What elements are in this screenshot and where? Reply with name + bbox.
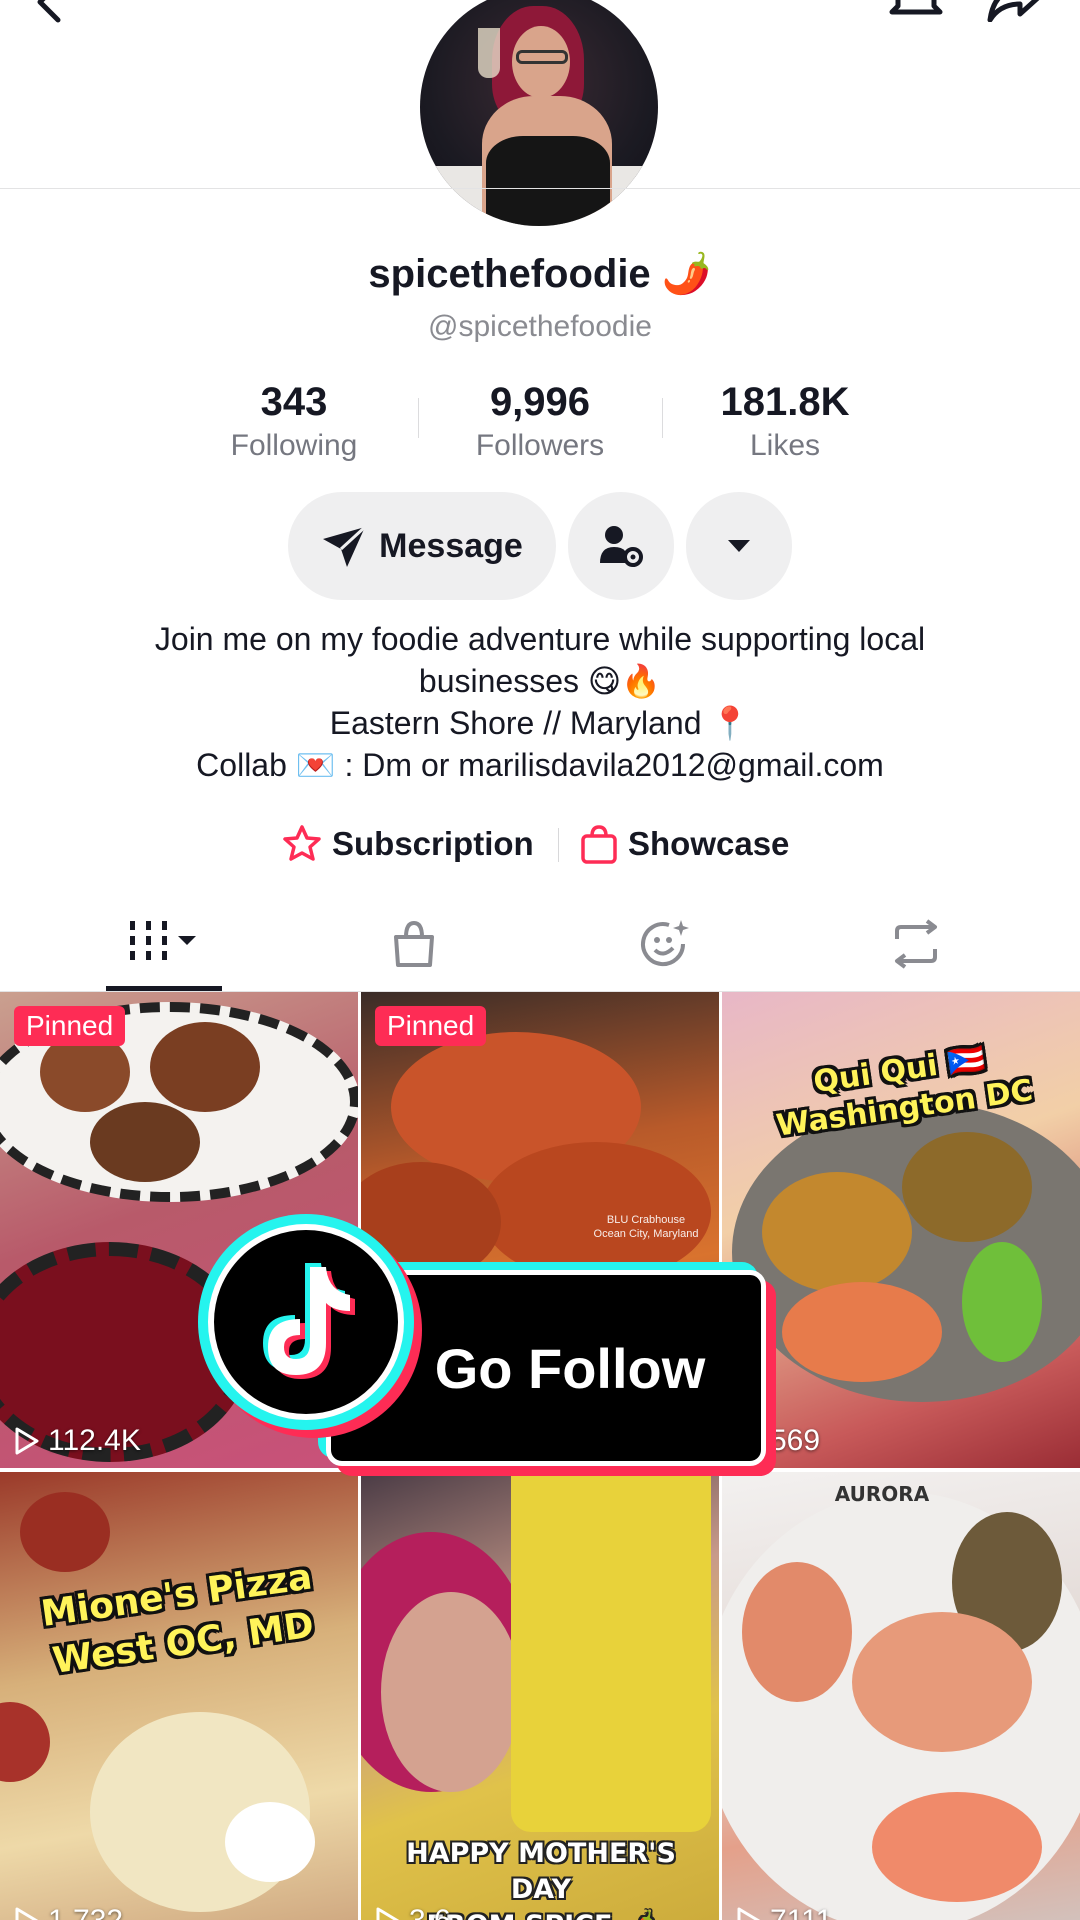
play-icon <box>15 1907 39 1920</box>
view-count: 7111 <box>736 1904 832 1920</box>
food-image <box>742 1562 852 1702</box>
stat-label: Following <box>230 429 358 462</box>
profile-links: Subscription Showcase <box>0 818 1080 870</box>
top-bar <box>0 0 1080 226</box>
play-icon <box>376 1907 400 1920</box>
videos-grid-icon <box>130 921 196 960</box>
repost-icon <box>895 919 937 969</box>
tab-liked[interactable] <box>596 914 736 974</box>
view-count: 112.4K <box>14 1424 141 1458</box>
bio-line: Collab 💌 : Dm or marilisdavila2012@gmail… <box>196 747 884 783</box>
more-options-button[interactable] <box>686 492 792 600</box>
bio-line: Join me on my foodie adventure while sup… <box>154 621 926 657</box>
cup-image <box>511 1472 711 1832</box>
avatar[interactable] <box>420 0 658 226</box>
view-count-text: 3,6 <box>409 1904 451 1920</box>
showcase-label: Showcase <box>628 825 790 862</box>
profile-bio: Join me on my foodie adventure while sup… <box>0 618 1080 786</box>
stat-value: 343 <box>260 380 328 424</box>
stat-separator <box>418 398 419 438</box>
friend-settings-button[interactable] <box>568 492 674 600</box>
bell-icon[interactable] <box>888 0 944 22</box>
tiktok-logo-icon <box>208 1224 404 1420</box>
profile-stats: 343 Following 9,996 Followers 181.8K Lik… <box>0 378 1080 468</box>
back-arrow-icon[interactable] <box>28 0 72 24</box>
message-button-label: Message <box>379 526 523 565</box>
video-thumbnail[interactable]: AURORA 7111 <box>722 1472 1080 1920</box>
showcase-link[interactable]: Showcase <box>580 818 789 870</box>
food-image <box>150 1022 260 1112</box>
video-caption: Mione's Pizza West OC, MD <box>25 1552 335 1689</box>
shopping-bag-icon <box>581 825 617 864</box>
tab-videos[interactable] <box>94 914 234 974</box>
header-divider <box>0 188 1080 189</box>
caret-down-icon <box>728 540 750 552</box>
stat-separator <box>662 398 663 438</box>
food-image <box>902 1132 1032 1242</box>
face-image <box>381 1592 521 1792</box>
food-image <box>90 1102 200 1182</box>
view-count-text: 1,732 <box>48 1904 123 1920</box>
stat-value: 9,996 <box>489 380 591 424</box>
view-count-text: 112.4K <box>48 1424 141 1457</box>
profile-actions: Message <box>0 492 1080 600</box>
tab-shop[interactable] <box>344 914 484 974</box>
bio-line: businesses 😋🔥 <box>418 663 662 699</box>
view-count: 3,6 <box>375 1904 451 1920</box>
profile-display-name: spicethefoodie 🌶️ <box>368 252 712 296</box>
links-separator <box>558 828 559 862</box>
pinned-badge: Pinned <box>375 1006 487 1046</box>
profile-handle: @spicethefoodie <box>428 310 652 343</box>
liked-face-icon <box>641 920 689 967</box>
stat-label: Followers <box>475 429 605 462</box>
pepperoni-image <box>0 1702 50 1782</box>
stat-following[interactable]: 343 Following <box>184 378 404 466</box>
share-icon[interactable] <box>986 0 1044 22</box>
play-icon <box>737 1907 761 1920</box>
pinned-badge: Pinned <box>14 1006 126 1046</box>
view-count: 1,732 <box>14 1904 123 1920</box>
video-caption: AURORA <box>834 1482 930 1506</box>
pizza-saver-image <box>225 1802 315 1882</box>
video-thumbnail[interactable]: HAPPY MOTHER'S DAY FROM SPICE 🌶️ 3,6 <box>361 1472 719 1920</box>
message-button[interactable]: Message <box>288 492 556 600</box>
go-follow-overlay[interactable]: Go Follow <box>208 1224 808 1484</box>
profile-tabs <box>0 900 1080 992</box>
stat-followers[interactable]: 9,996 Followers <box>430 378 650 466</box>
pepperoni-image <box>20 1492 110 1572</box>
subscription-label: Subscription <box>332 825 534 862</box>
stat-likes[interactable]: 181.8K Likes <box>675 378 895 466</box>
lime-image <box>962 1242 1042 1362</box>
bio-line: Eastern Shore // Maryland 📍 <box>329 705 751 741</box>
tab-repost[interactable] <box>846 914 986 974</box>
stat-value: 181.8K <box>720 380 850 424</box>
shrimp-image <box>872 1792 1042 1902</box>
crab-salad-image <box>852 1612 1032 1752</box>
stat-label: Likes <box>749 429 821 462</box>
shop-bag-icon <box>394 920 434 967</box>
play-icon <box>15 1427 39 1455</box>
subscription-star-icon <box>283 825 321 861</box>
video-caption-line: HAPPY MOTHER'S DAY <box>406 1838 676 1905</box>
view-count-text: 7111 <box>770 1904 832 1920</box>
video-thumbnail[interactable]: Mione's Pizza West OC, MD 1,732 <box>0 1472 358 1920</box>
subscription-link[interactable]: Subscription <box>282 818 534 870</box>
person-gear-icon <box>600 526 643 567</box>
send-icon <box>323 525 367 567</box>
active-tab-indicator <box>106 986 222 991</box>
